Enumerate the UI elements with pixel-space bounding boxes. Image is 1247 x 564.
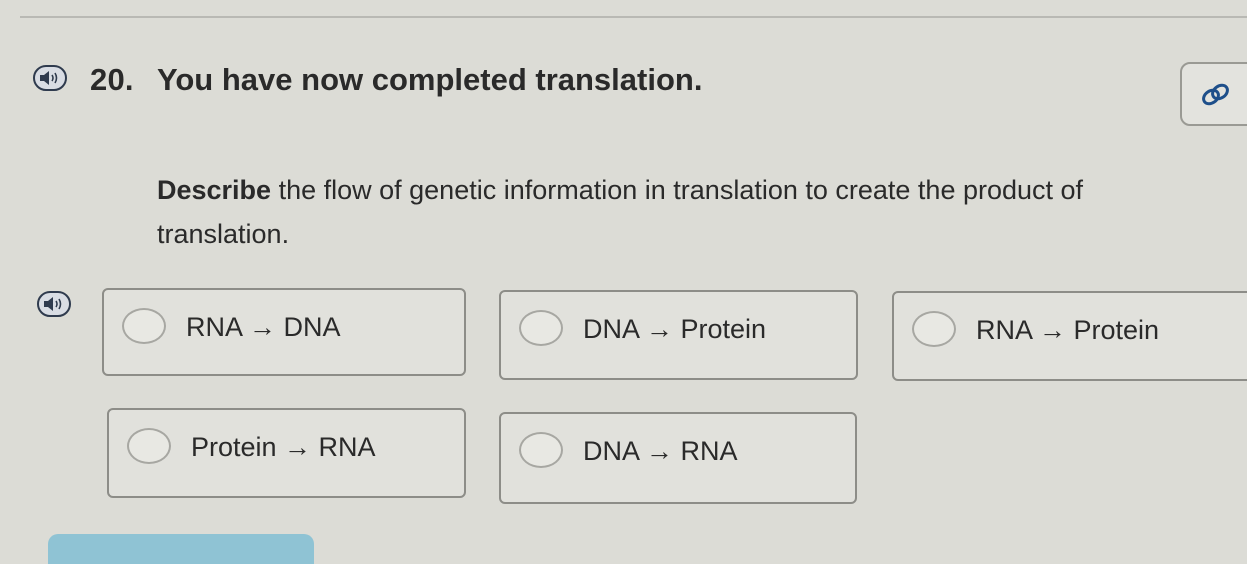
question-title: You have now completed translation. bbox=[157, 62, 703, 97]
speaker-icon bbox=[44, 297, 62, 311]
question-audio-button[interactable] bbox=[33, 65, 67, 91]
option-label: DNA → RNA bbox=[583, 436, 738, 466]
submit-button[interactable] bbox=[48, 534, 314, 564]
answer-option[interactable]: Protein → RNA bbox=[107, 408, 466, 498]
option-label: DNA → Protein bbox=[583, 314, 767, 344]
answer-option[interactable]: DNA → RNA bbox=[499, 412, 857, 504]
radio-button[interactable] bbox=[122, 308, 166, 344]
answer-option[interactable]: RNA → Protein bbox=[892, 291, 1247, 381]
link-icon bbox=[1202, 83, 1229, 106]
question-prompt: Describe the flow of genetic information… bbox=[157, 168, 1157, 256]
top-divider bbox=[20, 16, 1247, 18]
speaker-icon bbox=[40, 71, 58, 85]
question-number: 20. bbox=[90, 62, 134, 97]
radio-button[interactable] bbox=[519, 432, 563, 468]
answers-audio-button[interactable] bbox=[37, 291, 71, 317]
radio-button[interactable] bbox=[127, 428, 171, 464]
option-label: Protein → RNA bbox=[191, 432, 376, 462]
option-label: RNA → Protein bbox=[976, 315, 1160, 345]
prompt-text: the flow of genetic information in trans… bbox=[157, 175, 1084, 249]
prompt-bold: Describe bbox=[157, 175, 272, 205]
option-label: RNA → DNA bbox=[186, 312, 341, 342]
radio-button[interactable] bbox=[912, 311, 956, 347]
answer-option[interactable]: DNA → Protein bbox=[499, 290, 858, 380]
link-button[interactable] bbox=[1180, 62, 1247, 126]
radio-button[interactable] bbox=[519, 310, 563, 346]
answer-option[interactable]: RNA → DNA bbox=[102, 288, 466, 376]
